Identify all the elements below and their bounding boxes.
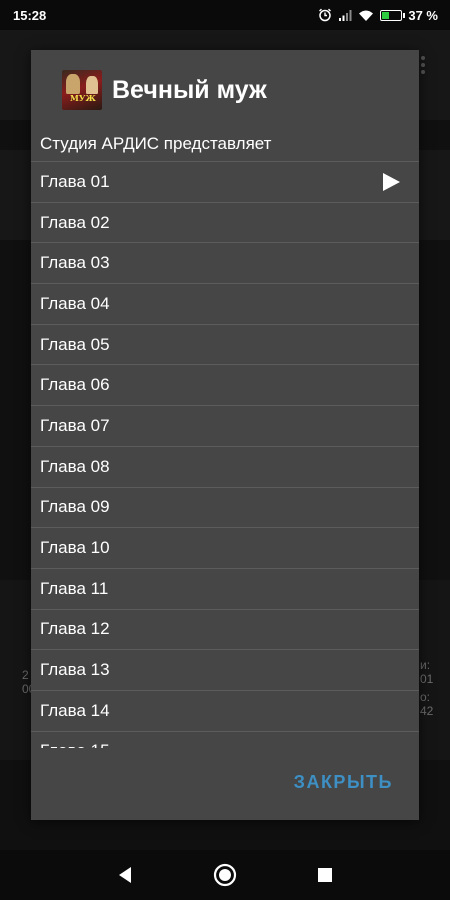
dialog-footer: ЗАКРЫТЬ [31, 748, 419, 820]
dialog-header: МУЖ Вечный муж [31, 50, 419, 130]
chapter-label: Глава 13 [40, 660, 110, 680]
chapter-label: Глава 10 [40, 538, 110, 558]
chapter-dialog: МУЖ Вечный муж Студия АРДИС представляет… [31, 50, 419, 820]
chapter-label: Глава 14 [40, 700, 110, 720]
background-text-right-3: о: [420, 690, 431, 704]
chapter-item[interactable]: Глава 12 [31, 610, 419, 651]
chapter-item[interactable]: Глава 07 [31, 406, 419, 447]
chapter-item[interactable]: Глава 08 [31, 447, 419, 488]
home-icon[interactable] [210, 860, 240, 890]
status-bar: 15:28 37 % [0, 0, 450, 30]
background-text-right-4: 42 [420, 704, 434, 718]
chapter-item[interactable]: Глава 03 [31, 243, 419, 285]
battery-percent: 37 % [408, 7, 438, 23]
back-icon[interactable] [110, 860, 140, 890]
chapter-item[interactable]: Глава 15 [31, 732, 419, 748]
chapter-label: Глава 04 [40, 293, 110, 313]
cover-caption: МУЖ [70, 93, 96, 103]
chapter-label: Глава 12 [40, 619, 110, 639]
background-text-right-1: и: [420, 658, 431, 672]
dialog-title: Вечный муж [112, 75, 267, 104]
chapter-item[interactable]: Глава 04 [31, 284, 419, 325]
play-icon[interactable] [381, 172, 401, 192]
chapter-item[interactable]: Глава 14 [31, 691, 419, 732]
chapter-item[interactable]: Глава 06 [31, 365, 419, 407]
chapter-list[interactable]: Глава 01 Глава 02 Глава 03 Глава 04 Глава 05… [31, 161, 419, 748]
chapter-item[interactable]: Глава 09 [31, 488, 419, 529]
chapter-item[interactable]: Глава 02 [31, 203, 419, 244]
background-text-left-1: 2 [22, 668, 29, 682]
status-icons: 37 % [318, 8, 438, 23]
chapter-label: Глава 06 [40, 375, 110, 395]
chapter-label: Глава 08 [40, 456, 110, 476]
chapter-label: Глава 01 [40, 171, 110, 191]
chapter-label: Глава 11 [40, 578, 109, 598]
battery-fill [382, 11, 390, 19]
dialog-subtitle: Студия АРДИС представляет [40, 134, 272, 153]
chapter-item[interactable]: Глава 11 [31, 569, 419, 610]
chapter-item[interactable]: Глава 13 [31, 650, 419, 691]
chapter-label: Глава 02 [40, 212, 110, 232]
recents-icon[interactable] [310, 860, 340, 890]
close-button[interactable]: ЗАКРЫТЬ [294, 772, 393, 793]
alarm-icon [318, 8, 332, 22]
chapter-item[interactable]: Глава 01 [31, 162, 419, 203]
chapter-label: Глава 05 [40, 334, 110, 354]
chapter-label: Глава 07 [40, 415, 110, 435]
battery-icon [380, 9, 406, 21]
overflow-menu-icon [420, 55, 426, 80]
background-text-right-2: 01 [420, 672, 434, 686]
signal-icon [338, 9, 352, 22]
status-time: 15:28 [13, 7, 47, 23]
book-cover-image: МУЖ [62, 70, 102, 110]
chapter-item[interactable]: Глава 05 [31, 325, 419, 366]
chapter-label: Глава 03 [40, 253, 110, 273]
wifi-icon [358, 9, 374, 22]
navigation-bar [0, 850, 450, 900]
chapter-item[interactable]: Глава 10 [31, 528, 419, 569]
chapter-label: Глава 09 [40, 497, 110, 517]
